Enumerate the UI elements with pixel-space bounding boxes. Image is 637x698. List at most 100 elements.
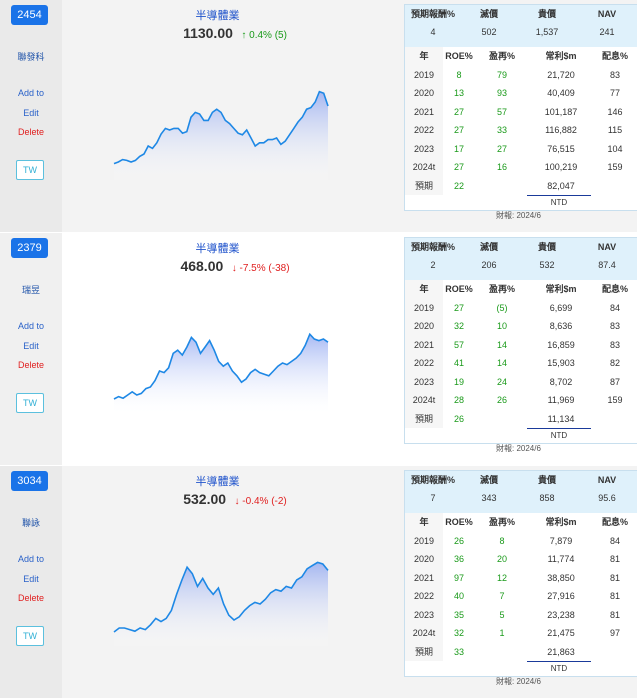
table-row: 2020 36 20 11,774 81 <box>405 550 637 569</box>
th-year: 年 <box>405 280 443 299</box>
cell-div: 83 <box>609 69 620 80</box>
industry-link[interactable]: 半導體業 <box>170 473 265 489</box>
expensive-value: 532 <box>539 260 555 270</box>
th-margin: 盈再% <box>488 517 515 527</box>
cell-profit: 40,409 <box>547 88 575 98</box>
table-row: 2021 57 14 16,859 83 <box>405 335 637 354</box>
price-change: ↑ 0.4% (5) <box>241 30 287 41</box>
cell-year: 2019 <box>405 531 443 550</box>
change-arrow-icon: ↓ <box>231 263 237 274</box>
cell-div: 82 <box>609 358 620 368</box>
forecast-margin <box>475 643 529 662</box>
edit-button[interactable]: Edit <box>0 574 62 584</box>
cheap-value: 343 <box>481 493 497 503</box>
cell-year: 2022 <box>405 587 443 606</box>
tw-button[interactable]: TW <box>16 160 44 180</box>
edit-button[interactable]: Edit <box>0 341 62 351</box>
stock-card: 2379 瑞昱 Add to Edit Delete TW 半導體業 468.0… <box>0 233 637 465</box>
table-row: 2024t 28 26 11,969 159 <box>405 391 637 410</box>
price-sparkline <box>113 90 329 180</box>
delete-button[interactable]: Delete <box>0 127 62 137</box>
cell-div: 84 <box>609 302 620 313</box>
add-to-button[interactable]: Add to <box>0 321 62 331</box>
cell-margin: 20 <box>496 554 507 564</box>
col-nav: NAV <box>597 242 617 252</box>
yearly-header: 年 ROE% 盈再% 常利$m 配息% <box>405 47 637 66</box>
cell-year: 2024t <box>405 158 443 177</box>
cell-margin: 27 <box>496 143 507 154</box>
th-profit: 常利$m <box>545 517 577 527</box>
delete-button[interactable]: Delete <box>0 593 62 603</box>
th-margin: 盈再% <box>488 51 515 61</box>
add-to-button[interactable]: Add to <box>0 88 62 98</box>
cell-margin: 57 <box>496 106 507 117</box>
cell-roe: 28 <box>453 395 464 405</box>
forecast-row: 預期 33 21,863 <box>405 642 637 662</box>
th-roe: ROE% <box>445 517 473 527</box>
ticker-badge[interactable]: 2454 <box>11 5 48 25</box>
yearly-table: 年 ROE% 盈再% 常利$m 配息% 2019 27 (5) 6,699 84 2020… <box>405 280 637 443</box>
ticker-badge[interactable]: 3034 <box>11 471 48 491</box>
cell-roe: 36 <box>453 554 464 564</box>
forecast-row: 預期 22 82,047 <box>405 176 637 195</box>
tw-button[interactable]: TW <box>16 626 44 646</box>
price: 532.00 <box>183 491 227 507</box>
add-to-button[interactable]: Add to <box>0 554 62 564</box>
cell-roe: 27 <box>453 106 464 117</box>
th-div: 配息% <box>601 51 628 61</box>
industry-link[interactable]: 半導體業 <box>170 7 265 23</box>
sparkline-area <box>114 91 328 180</box>
stock-name[interactable]: 瑞昱 <box>0 283 62 296</box>
cell-div: 104 <box>607 143 623 154</box>
cell-div: 159 <box>607 395 623 405</box>
change-arrow-icon: ↓ <box>234 496 240 507</box>
table-row: 2019 27 (5) 6,699 84 <box>405 298 637 317</box>
stock-card: 3034 聯詠 Add to Edit Delete TW 半導體業 532.0… <box>0 466 637 698</box>
valuation-summary: 預期報酬% 滅價 貴價 NAV 7 343 858 95.6 <box>405 471 637 513</box>
change-value: -0.4% (-2) <box>242 496 287 507</box>
th-roe: ROE% <box>445 284 473 294</box>
cell-div: 81 <box>609 572 620 583</box>
table-row: 2023 35 5 23,238 81 <box>405 605 637 624</box>
stock-sidebar: 2454 聯發科 Add to Edit Delete TW <box>0 0 62 232</box>
nav-value: 95.6 <box>598 493 616 503</box>
price: 1130.00 <box>183 25 233 41</box>
cell-roe: 40 <box>453 591 464 601</box>
industry-link[interactable]: 半導體業 <box>170 240 265 256</box>
ticker-badge[interactable]: 2379 <box>11 238 48 258</box>
stock-name[interactable]: 聯發科 <box>0 50 62 63</box>
table-row: 2024t 27 16 100,219 159 <box>405 158 637 177</box>
tw-button[interactable]: TW <box>16 393 44 413</box>
delete-button[interactable]: Delete <box>0 360 62 370</box>
price-line: 532.00 ↓ -0.4% (-2) <box>120 491 350 509</box>
table-row: 2022 40 7 27,916 81 <box>405 587 637 606</box>
price-change: ↓ -0.4% (-2) <box>235 496 287 507</box>
financial-panel: 預期報酬% 滅價 貴價 NAV 2 206 532 87.4 年 ROE% 盈再… <box>404 237 637 444</box>
cell-roe: 26 <box>453 535 464 546</box>
col-return: 預期報酬% <box>410 475 455 485</box>
cell-div: 81 <box>609 609 620 620</box>
col-cheap: 滅價 <box>479 475 498 485</box>
price-change: ↓ -7.5% (-38) <box>232 263 290 274</box>
th-profit: 常利$m <box>545 284 577 294</box>
cell-roe: 27 <box>453 125 464 135</box>
price: 468.00 <box>180 258 224 274</box>
cell-year: 2020 <box>405 317 443 336</box>
cell-div: 115 <box>607 125 623 135</box>
edit-button[interactable]: Edit <box>0 108 62 118</box>
th-roe: ROE% <box>445 51 473 61</box>
forecast-roe: 33 <box>453 646 464 657</box>
cell-margin: 12 <box>496 572 507 583</box>
cell-year: 2024t <box>405 624 443 643</box>
cell-margin: 16 <box>496 162 507 172</box>
stock-card: 2454 聯發科 Add to Edit Delete TW 半導體業 1130… <box>0 0 637 232</box>
stock-name[interactable]: 聯詠 <box>0 516 62 529</box>
financial-panel: 預期報酬% 滅價 貴價 NAV 4 502 1,537 241 年 ROE% 盈… <box>404 4 637 211</box>
price-sparkline <box>113 561 329 646</box>
cell-year: 2020 <box>405 550 443 569</box>
change-arrow-icon: ↑ <box>241 30 247 41</box>
cell-roe: 17 <box>453 143 464 154</box>
cell-profit: 6,699 <box>549 302 573 313</box>
cell-roe: 13 <box>453 88 464 98</box>
cheap-value: 502 <box>481 27 497 37</box>
